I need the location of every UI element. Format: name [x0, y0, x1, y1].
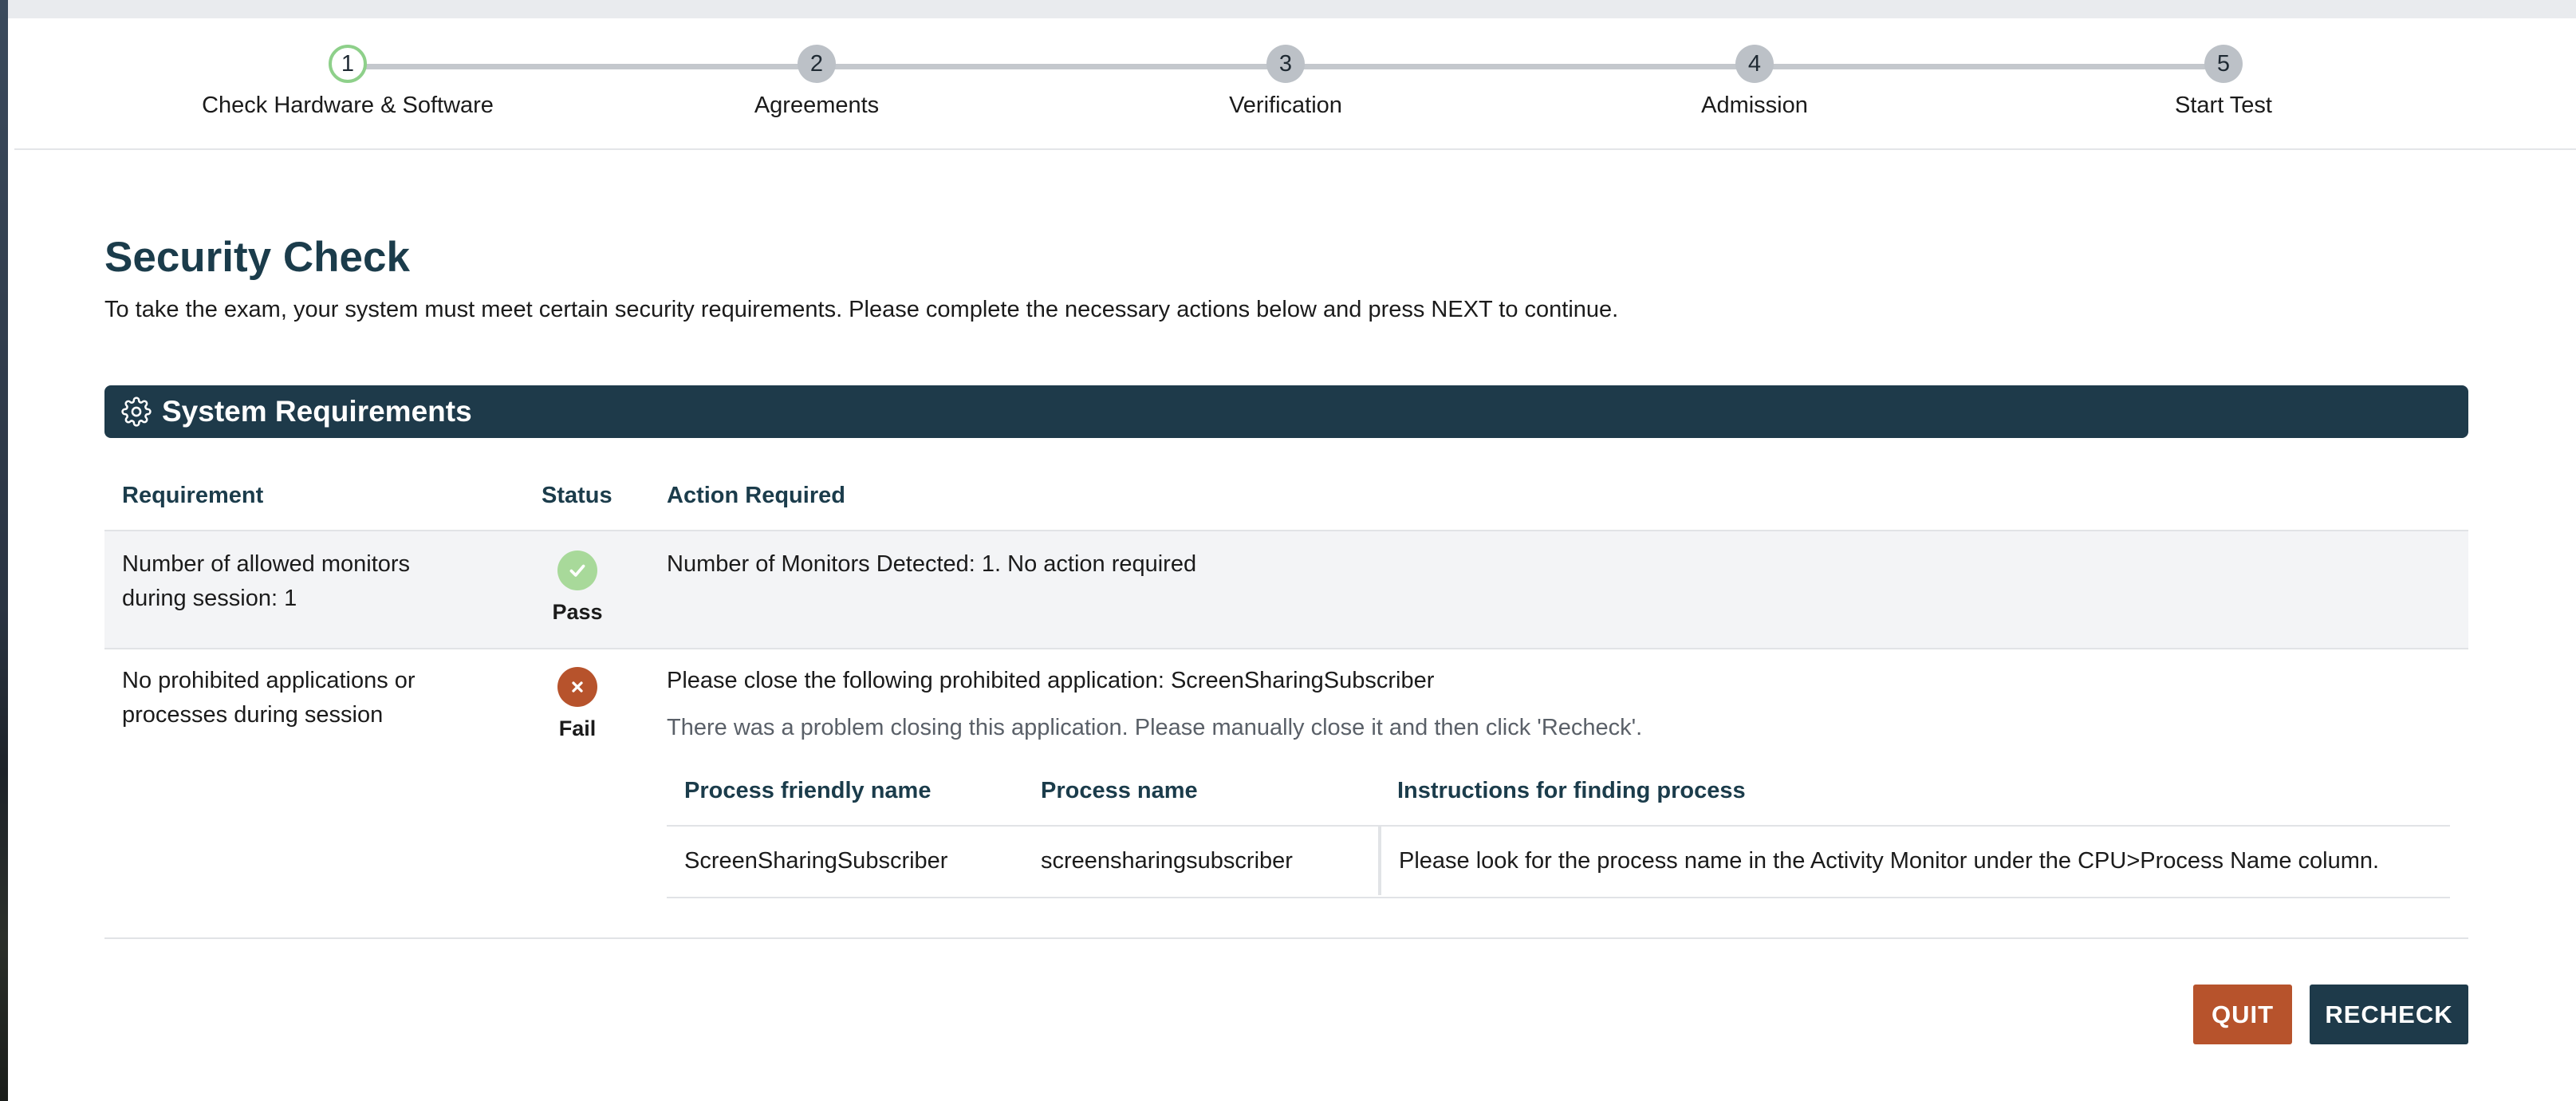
requirement-prohibited-apps: No prohibited applications or processes … — [122, 664, 416, 732]
page-title: Security Check — [104, 234, 410, 281]
step-1-indicator: 1 — [329, 45, 367, 83]
step-3-label: Verification — [1229, 93, 1342, 118]
requirement-line: Number of allowed monitors — [122, 551, 411, 577]
step-admission: 4 Admission — [1595, 45, 1914, 119]
page-intro-text: To take the exam, your system must meet … — [104, 297, 1619, 322]
quit-button[interactable]: QUIT — [2193, 985, 2292, 1044]
table-row — [104, 530, 2468, 649]
status-fail-label: Fail — [558, 716, 597, 740]
requirement-line: during session: 1 — [122, 586, 297, 611]
column-header-status: Status — [542, 483, 612, 508]
step-3-indicator: 3 — [1266, 45, 1305, 83]
divider — [104, 937, 2468, 939]
process-friendly-name: ScreenSharingSubscriber — [684, 848, 948, 874]
process-column-name: Process name — [1041, 778, 1198, 803]
section-title: System Requirements — [162, 395, 472, 428]
check-icon — [557, 550, 597, 590]
status-pass-label: Pass — [552, 600, 603, 624]
step-agreements: 2 Agreements — [657, 45, 976, 119]
step-check-hardware: 1 Check Hardware & Software — [188, 45, 507, 119]
step-verification: 3 Verification — [1126, 45, 1445, 119]
requirement-line: processes during session — [122, 702, 384, 728]
close-icon — [557, 667, 597, 707]
process-name: screensharingsubscriber — [1041, 848, 1293, 874]
browser-top-bar — [8, 0, 2576, 18]
close-failure-note: There was a problem closing this applica… — [667, 715, 1643, 740]
step-start-test: 5 Start Test — [2064, 45, 2383, 119]
gear-icon — [120, 396, 152, 428]
step-5-label: Start Test — [2175, 93, 2272, 118]
action-prohibited-apps: Please close the following prohibited ap… — [667, 668, 1435, 693]
step-2-label: Agreements — [754, 93, 880, 118]
requirement-line: No prohibited applications or — [122, 668, 416, 693]
process-column-friendly-name: Process friendly name — [684, 778, 932, 803]
system-requirements-header: System Requirements — [104, 385, 2468, 438]
step-4-label: Admission — [1701, 93, 1808, 118]
column-resize-divider[interactable] — [1378, 827, 1381, 895]
recheck-button[interactable]: RECHECK — [2310, 985, 2468, 1044]
process-column-instructions: Instructions for finding process — [1397, 778, 1746, 803]
process-instructions: Please look for the process name in the … — [1399, 848, 2380, 874]
desktop-background-strip — [0, 0, 8, 1101]
requirement-monitors: Number of allowed monitors during sessio… — [122, 547, 410, 616]
column-header-requirement: Requirement — [122, 483, 264, 508]
action-monitors: Number of Monitors Detected: 1. No actio… — [667, 551, 1197, 577]
step-5-indicator: 5 — [2204, 45, 2243, 83]
column-header-action: Action Required — [667, 483, 845, 508]
step-2-indicator: 2 — [798, 45, 836, 83]
step-1-label: Check Hardware & Software — [202, 93, 494, 118]
progress-stepper: 1 Check Hardware & Software 2 Agreements… — [14, 18, 2576, 150]
step-4-indicator: 4 — [1735, 45, 1774, 83]
